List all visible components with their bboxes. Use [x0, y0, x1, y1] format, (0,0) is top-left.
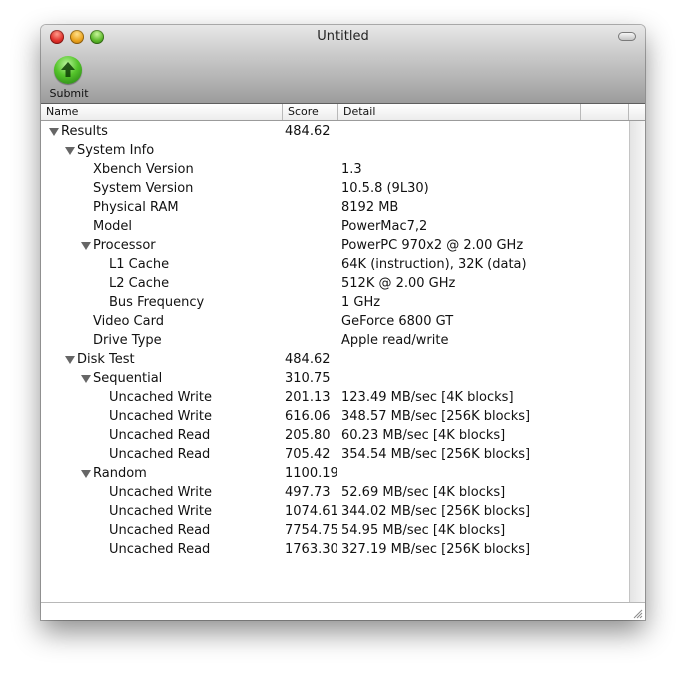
row-name: Processor: [93, 238, 156, 253]
disclosure-triangle-icon[interactable]: [65, 356, 75, 364]
row-detail: 60.23 MB/sec [4K blocks]: [341, 428, 506, 443]
outline-row[interactable]: L1 Cache 64K (instruction), 32K (data): [41, 256, 629, 275]
outline-row[interactable]: System Version 10.5.8 (9L30): [41, 180, 629, 199]
row-name: System Version: [93, 181, 194, 196]
row-detail: 354.54 MB/sec [256K blocks]: [341, 447, 531, 462]
column-header-detail[interactable]: Detail: [338, 104, 581, 120]
row-detail: 512K @ 2.00 GHz: [341, 276, 456, 291]
row-name: L2 Cache: [109, 276, 170, 291]
row-name: Results: [61, 124, 108, 139]
row-score: 484.62: [285, 124, 331, 139]
row-detail: 348.57 MB/sec [256K blocks]: [341, 409, 531, 424]
outline-row[interactable]: L2 Cache 512K @ 2.00 GHz: [41, 275, 629, 294]
row-score: 1763.30: [285, 542, 337, 557]
row-score: 705.42: [285, 447, 331, 462]
row-name: Uncached Write: [109, 409, 212, 424]
disclosure-triangle-icon[interactable]: [49, 128, 59, 136]
row-name: Disk Test: [77, 352, 135, 367]
row-detail: GeForce 6800 GT: [341, 314, 454, 329]
outline-row[interactable]: Random 1100.19: [41, 465, 629, 484]
row-detail: 8192 MB: [341, 200, 399, 215]
row-name: Uncached Read: [109, 542, 211, 557]
outline-row[interactable]: Processor PowerPC 970x2 @ 2.00 GHz: [41, 237, 629, 256]
row-detail: 1.3: [341, 162, 362, 177]
row-name: Uncached Read: [109, 428, 211, 443]
outline-row[interactable]: Drive Type Apple read/write: [41, 332, 629, 351]
row-name: Xbench Version: [93, 162, 194, 177]
outline-row[interactable]: Uncached Read 1763.30 327.19 MB/sec [256K …: [41, 541, 629, 560]
row-name: Drive Type: [93, 333, 162, 348]
submit-button[interactable]: Submit: [49, 56, 89, 100]
row-detail: 54.95 MB/sec [4K blocks]: [341, 523, 506, 538]
outline-row[interactable]: Uncached Write 616.06 348.57 MB/sec [256K …: [41, 408, 629, 427]
outline-row[interactable]: Sequential 310.75: [41, 370, 629, 389]
row-name: Uncached Write: [109, 390, 212, 405]
row-name: Video Card: [93, 314, 164, 329]
titlebar: Untitled Submit: [41, 25, 645, 104]
column-header-name[interactable]: Name: [41, 104, 283, 120]
row-name: Uncached Write: [109, 485, 212, 500]
app-window: Untitled Submit Name Score Detail Result…: [41, 25, 645, 620]
column-header-empty[interactable]: [581, 104, 629, 120]
row-score: 484.62: [285, 352, 331, 367]
row-detail: 10.5.8 (9L30): [341, 181, 429, 196]
disclosure-triangle-icon[interactable]: [81, 470, 91, 478]
row-name: Model: [93, 219, 133, 234]
vertical-scrollbar[interactable]: [629, 121, 645, 602]
outline-row[interactable]: Xbench Version 1.3: [41, 161, 629, 180]
column-header: Name Score Detail: [41, 104, 645, 121]
submit-label: Submit: [49, 87, 89, 100]
outline-row[interactable]: Uncached Write 497.73 52.69 MB/sec [4K blo…: [41, 484, 629, 503]
row-name: Bus Frequency: [109, 295, 205, 310]
row-name: Uncached Read: [109, 447, 211, 462]
outline-row[interactable]: System Info: [41, 142, 629, 161]
row-detail: Apple read/write: [341, 333, 449, 348]
row-detail: 123.49 MB/sec [4K blocks]: [341, 390, 514, 405]
row-name: Sequential: [93, 371, 163, 386]
window-bottom-bar: [41, 602, 645, 620]
row-detail: 64K (instruction), 32K (data): [341, 257, 527, 272]
outline-row[interactable]: Uncached Read 205.80 60.23 MB/sec [4K bloc…: [41, 427, 629, 446]
outline-row[interactable]: Uncached Read 705.42 354.54 MB/sec [256K b…: [41, 446, 629, 465]
outline-view[interactable]: Results 484.62 System Info Xbench Version 1.…: [41, 121, 629, 602]
toolbar-toggle-button[interactable]: [618, 32, 636, 41]
outline-row[interactable]: Uncached Write 1074.61 344.02 MB/sec [256K…: [41, 503, 629, 522]
up-arrow-icon: [61, 62, 75, 77]
row-name: Physical RAM: [93, 200, 179, 215]
column-header-score[interactable]: Score: [283, 104, 338, 120]
row-name: Random: [93, 466, 147, 481]
row-name: L1 Cache: [109, 257, 170, 272]
row-name: System Info: [77, 143, 155, 158]
row-detail: 1 GHz: [341, 295, 381, 310]
row-detail: 52.69 MB/sec [4K blocks]: [341, 485, 506, 500]
row-detail: 344.02 MB/sec [256K blocks]: [341, 504, 531, 519]
disclosure-triangle-icon[interactable]: [65, 147, 75, 155]
row-score: 616.06: [285, 409, 331, 424]
outline-row[interactable]: Physical RAM 8192 MB: [41, 199, 629, 218]
outline-row[interactable]: Uncached Read 7754.75 54.95 MB/sec [4K blo…: [41, 522, 629, 541]
row-name: Uncached Write: [109, 504, 212, 519]
row-detail: PowerMac7,2: [341, 219, 428, 234]
outline-row[interactable]: Video Card GeForce 6800 GT: [41, 313, 629, 332]
row-score: 310.75: [285, 371, 331, 386]
outline-row[interactable]: Bus Frequency 1 GHz: [41, 294, 629, 313]
resize-grip-icon[interactable]: [631, 607, 643, 619]
row-score: 1100.19: [285, 466, 337, 481]
row-detail: 327.19 MB/sec [256K blocks]: [341, 542, 531, 557]
outline-row[interactable]: Uncached Write 201.13 123.49 MB/sec [4K bl…: [41, 389, 629, 408]
row-score: 201.13: [285, 390, 331, 405]
row-score: 7754.75: [285, 523, 337, 538]
row-score: 205.80: [285, 428, 331, 443]
disclosure-triangle-icon[interactable]: [81, 375, 91, 383]
outline-row[interactable]: Disk Test 484.62: [41, 351, 629, 370]
disclosure-triangle-icon[interactable]: [81, 242, 91, 250]
row-name: Uncached Read: [109, 523, 211, 538]
row-score: 1074.61: [285, 504, 337, 519]
window-title: Untitled: [317, 29, 369, 44]
row-score: 497.73: [285, 485, 331, 500]
row-detail: PowerPC 970x2 @ 2.00 GHz: [341, 238, 524, 253]
outline-row[interactable]: Results 484.62: [41, 123, 629, 142]
outline-row[interactable]: Model PowerMac7,2: [41, 218, 629, 237]
